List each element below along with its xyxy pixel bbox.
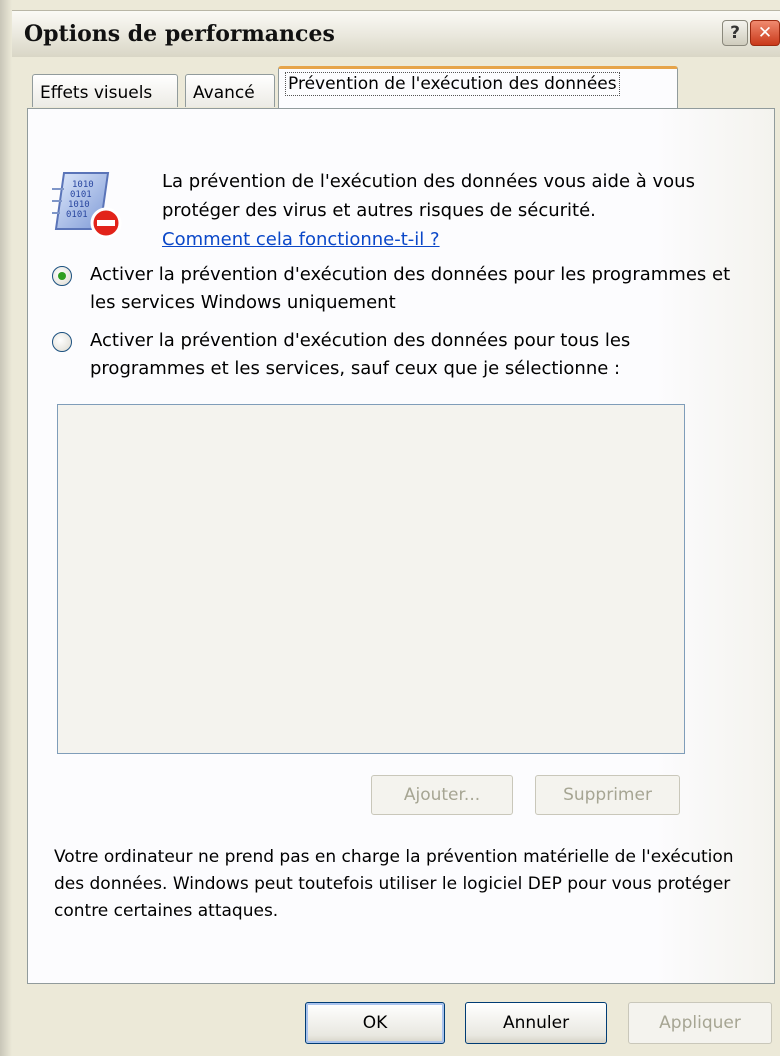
close-icon: ✕ xyxy=(757,23,773,43)
window-title: Options de performances xyxy=(24,21,335,47)
cancel-button[interactable]: Annuler xyxy=(465,1002,607,1044)
radio-windows-only-label: Activer la prévention d'exécution des do… xyxy=(90,264,731,313)
ok-button[interactable]: OK xyxy=(305,1002,445,1044)
help-button[interactable]: ? xyxy=(722,20,748,46)
dep-description: La prévention de l'exécution des données… xyxy=(162,167,752,254)
radio-all-programs-label: Activer la prévention d'exécution des do… xyxy=(90,330,631,379)
apply-button[interactable]: Appliquer xyxy=(628,1002,772,1044)
svg-text:0101: 0101 xyxy=(66,210,88,220)
svg-text:0101: 0101 xyxy=(70,190,92,200)
add-button[interactable]: Ajouter... xyxy=(371,775,513,815)
exceptions-list[interactable] xyxy=(57,404,685,754)
how-it-works-link[interactable]: Comment cela fonctionne-t-il ? xyxy=(162,225,752,254)
tab-advanced[interactable]: Avancé xyxy=(185,74,275,107)
dep-description-text: La prévention de l'exécution des données… xyxy=(162,171,695,221)
close-button[interactable]: ✕ xyxy=(750,20,780,46)
tab-data-execution-prevention[interactable]: Prévention de l'exécution des données xyxy=(278,66,678,108)
tab-dep-label: Prévention de l'exécution des données xyxy=(285,72,620,96)
tab-visual-effects[interactable]: Effets visuels xyxy=(32,74,178,107)
dep-shield-binary-icon: 1010 0101 1010 0101 xyxy=(52,172,122,239)
title-bar[interactable]: Options de performances ? ✕ xyxy=(12,10,780,57)
help-icon: ? xyxy=(730,23,740,43)
hardware-dep-note: Votre ordinateur ne prend pas en charge … xyxy=(54,847,734,921)
remove-button[interactable]: Supprimer xyxy=(535,775,680,815)
svg-text:1010: 1010 xyxy=(72,180,94,190)
performance-options-window: Options de performances ? ✕ Effets visue… xyxy=(0,0,780,1056)
svg-text:1010: 1010 xyxy=(68,200,90,210)
dep-tab-panel: 1010 0101 1010 0101 La prévention de l'e… xyxy=(27,108,775,984)
radio-windows-only[interactable] xyxy=(52,266,72,286)
radio-all-programs[interactable] xyxy=(52,332,72,352)
